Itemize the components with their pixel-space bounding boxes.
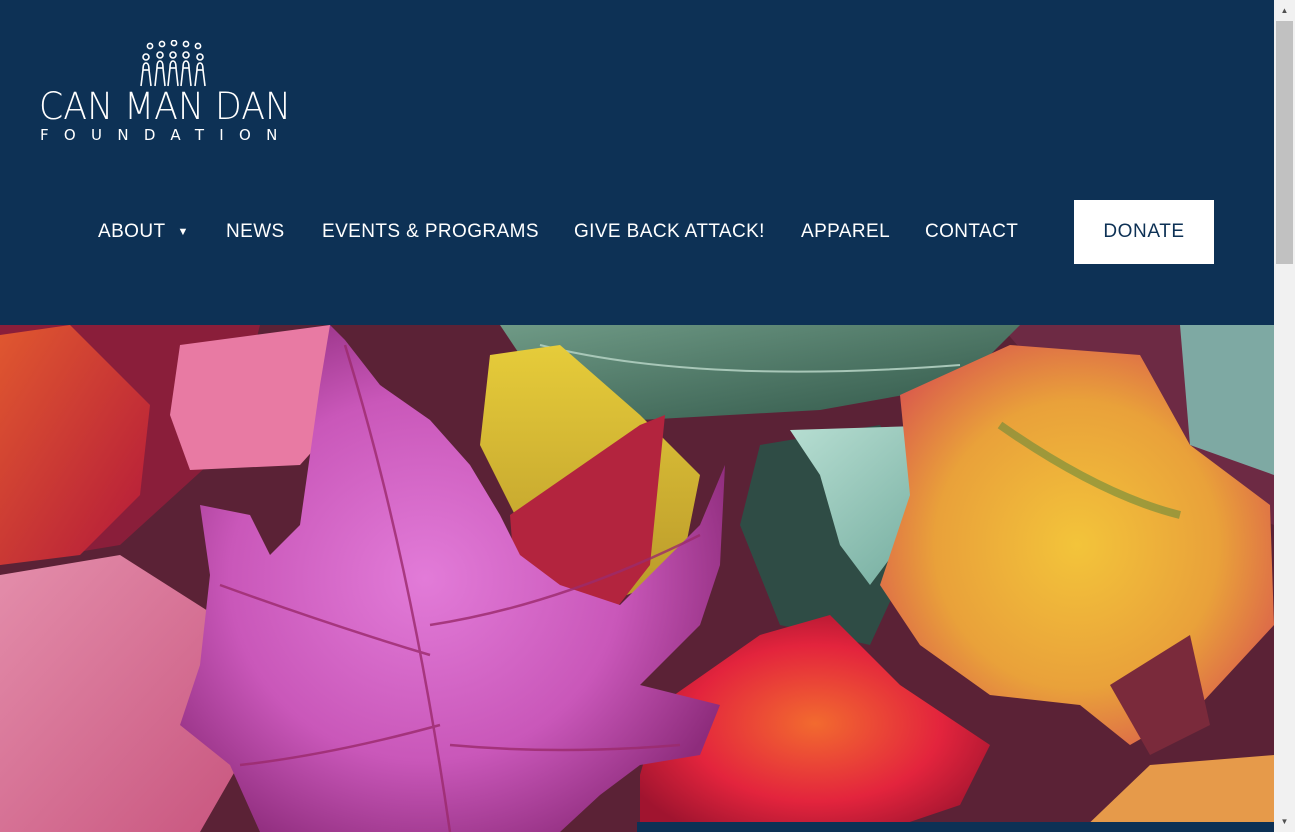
caret-down-icon: ▼ bbox=[177, 226, 189, 238]
hero-image bbox=[0, 325, 1274, 832]
people-group-icon bbox=[140, 40, 206, 87]
nav-item-label: GIVE BACK ATTACK! bbox=[574, 221, 765, 242]
scrollbar-thumb[interactable] bbox=[1276, 21, 1293, 264]
logo-subtitle: FOUNDATION bbox=[40, 126, 293, 144]
nav-item-events-programs[interactable]: EVENTS & PROGRAMS bbox=[322, 200, 539, 264]
donate-button[interactable]: DONATE bbox=[1074, 200, 1214, 264]
nav-item-label: CONTACT bbox=[925, 221, 1019, 242]
nav-item-contact[interactable]: CONTACT bbox=[925, 200, 1018, 264]
autumn-leaves-image bbox=[0, 325, 1274, 832]
content-panel-edge bbox=[637, 822, 1274, 832]
nav-item-label: NEWS bbox=[226, 221, 285, 242]
nav-item-apparel[interactable]: APPAREL bbox=[801, 200, 890, 264]
scroll-down-arrow-icon[interactable]: ▼ bbox=[1274, 811, 1295, 832]
nav-item-about[interactable]: ABOUT ▼ bbox=[98, 200, 189, 264]
scroll-up-arrow-icon[interactable]: ▲ bbox=[1274, 0, 1295, 21]
nav-item-news[interactable]: NEWS bbox=[226, 200, 285, 264]
page: CAN MAN DAN FOUNDATION ABOUT ▼ NEWS EVENT… bbox=[0, 0, 1274, 832]
site-logo[interactable]: CAN MAN DAN FOUNDATION bbox=[39, 40, 307, 148]
site-header: CAN MAN DAN FOUNDATION ABOUT ▼ NEWS EVENT… bbox=[0, 0, 1274, 325]
logo-wordmark: CAN MAN DAN bbox=[39, 85, 292, 128]
page-scrollbar[interactable]: ▲ ▼ bbox=[1274, 0, 1295, 832]
nav-item-label: EVENTS & PROGRAMS bbox=[322, 221, 539, 242]
nav-item-give-back-attack[interactable]: GIVE BACK ATTACK! bbox=[574, 200, 765, 264]
nav-item-label: APPAREL bbox=[801, 221, 891, 242]
nav-item-label: ABOUT bbox=[98, 221, 166, 242]
